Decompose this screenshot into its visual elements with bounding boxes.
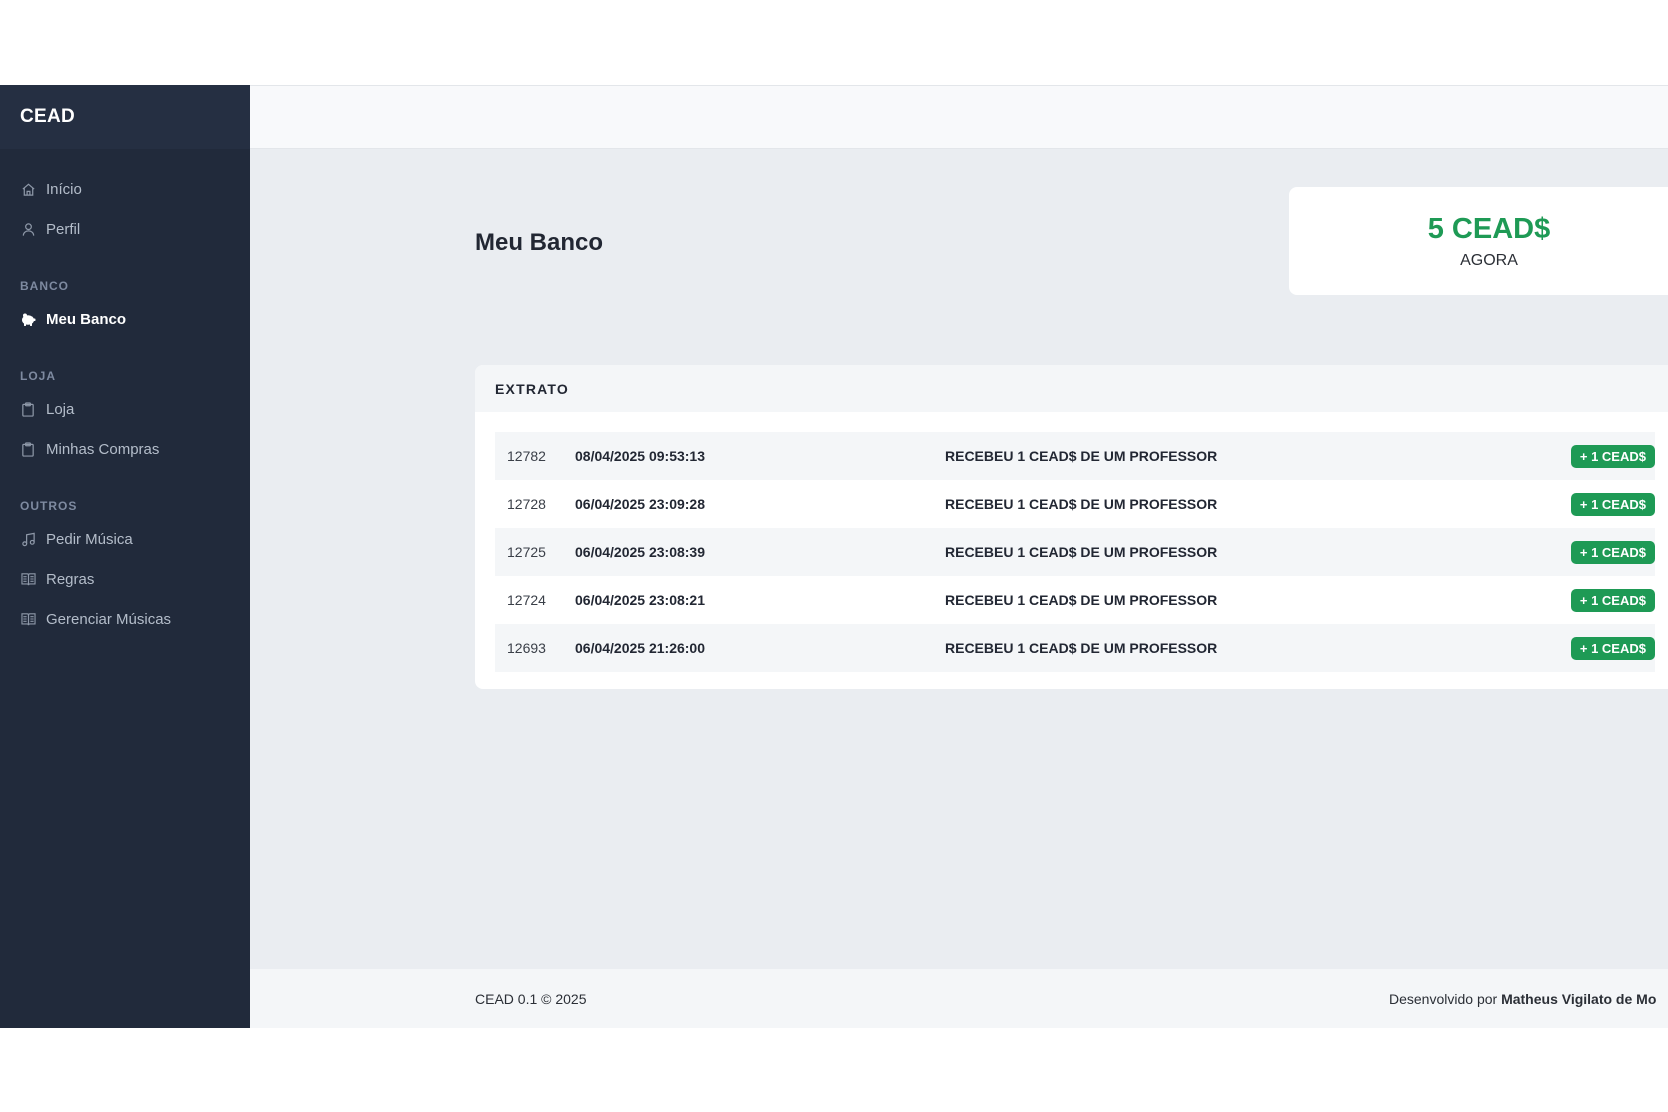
transaction-date: 08/04/2025 09:53:13 <box>575 448 705 464</box>
transaction-id: 12725 <box>507 544 546 560</box>
home-icon <box>20 181 36 197</box>
sidebar-item-perfil[interactable]: Perfil <box>0 209 250 249</box>
table-row: 12693 06/04/2025 21:26:00 RECEBEU 1 CEAD… <box>495 624 1655 672</box>
balance-value: 5 CEAD$ <box>1427 212 1551 245</box>
sidebar-item-label: Início <box>46 180 82 198</box>
sidebar-item-label: Meu Banco <box>46 310 127 328</box>
amount-badge: + 1 CEAD$ <box>1570 588 1655 612</box>
nav-section-loja: LOJA <box>20 369 57 383</box>
table-row: 12782 08/04/2025 09:53:13 RECEBEU 1 CEAD… <box>495 432 1655 480</box>
transaction-date: 06/04/2025 23:08:21 <box>575 592 705 608</box>
clipboard-icon <box>20 401 36 417</box>
sidebar-item-minhas-compras[interactable]: Minhas Compras <box>0 429 250 469</box>
transaction-id: 12693 <box>507 640 546 656</box>
sidebar-item-label: Perfil <box>46 220 81 238</box>
footer: CEAD 0.1 © 2025 Desenvolvido por Matheus… <box>250 969 1668 1028</box>
transaction-description: RECEBEU 1 CEAD$ DE UM PROFESSOR <box>945 640 1218 656</box>
transaction-description: RECEBEU 1 CEAD$ DE UM PROFESSOR <box>945 496 1218 512</box>
app-window: CEAD Início Perfil BANCO Meu Banco LOJA … <box>0 85 1668 1028</box>
main-area: Meu Banco 5 CEAD$ AGORA EXTRATO 12782 08… <box>250 85 1668 1028</box>
book-icon <box>20 571 36 587</box>
table-row: 12728 06/04/2025 23:09:28 RECEBEU 1 CEAD… <box>495 480 1655 528</box>
extrato-title: EXTRATO <box>475 365 1668 412</box>
clipboard-icon <box>20 441 36 457</box>
sidebar-nav: Início Perfil BANCO Meu Banco LOJA Loja … <box>0 149 250 639</box>
transaction-description: RECEBEU 1 CEAD$ DE UM PROFESSOR <box>945 592 1218 608</box>
sidebar-item-regras[interactable]: Regras <box>0 559 250 599</box>
transaction-id: 12724 <box>507 592 546 608</box>
extrato-table: 12782 08/04/2025 09:53:13 RECEBEU 1 CEAD… <box>475 412 1668 672</box>
nav-section-banco: BANCO <box>20 279 69 293</box>
transaction-description: RECEBEU 1 CEAD$ DE UM PROFESSOR <box>945 544 1218 560</box>
sidebar-item-label: Gerenciar Músicas <box>46 610 172 628</box>
transaction-date: 06/04/2025 21:26:00 <box>575 640 705 656</box>
brand-logo[interactable]: CEAD <box>0 85 250 149</box>
amount-badge: + 1 CEAD$ <box>1570 540 1655 564</box>
extrato-card: EXTRATO 12782 08/04/2025 09:53:13 RECEBE… <box>475 365 1668 689</box>
transaction-id: 12728 <box>507 496 546 512</box>
footer-version: CEAD 0.1 © 2025 <box>475 990 587 1007</box>
footer-credits-prefix: Desenvolvido por <box>1389 990 1502 1007</box>
topbar <box>250 85 1668 149</box>
sidebar-item-inicio[interactable]: Início <box>0 169 250 209</box>
music-note-icon <box>20 531 36 547</box>
sidebar-item-label: Pedir Música <box>46 530 133 548</box>
balance-card: 5 CEAD$ AGORA <box>1289 187 1668 295</box>
table-row: 12724 06/04/2025 23:08:21 RECEBEU 1 CEAD… <box>495 576 1655 624</box>
footer-developer-name: Matheus Vigilato de Mo <box>1501 990 1657 1007</box>
transaction-id: 12782 <box>507 448 546 464</box>
sidebar-item-gerenciar-musicas[interactable]: Gerenciar Músicas <box>0 599 250 639</box>
sidebar-item-label: Loja <box>46 400 75 418</box>
transaction-date: 06/04/2025 23:09:28 <box>575 496 705 512</box>
book-icon <box>20 611 36 627</box>
page-title: Meu Banco <box>475 229 604 256</box>
user-icon <box>20 221 36 237</box>
amount-badge: + 1 CEAD$ <box>1570 636 1655 660</box>
amount-badge: + 1 CEAD$ <box>1570 492 1655 516</box>
sidebar-item-label: Regras <box>46 570 95 588</box>
sidebar-item-label: Minhas Compras <box>46 440 160 458</box>
nav-section-outros: OUTROS <box>20 499 78 513</box>
transaction-date: 06/04/2025 23:08:39 <box>575 544 705 560</box>
piggy-bank-icon <box>20 311 36 327</box>
transaction-description: RECEBEU 1 CEAD$ DE UM PROFESSOR <box>945 448 1218 464</box>
sidebar-item-meu-banco[interactable]: Meu Banco <box>0 299 250 339</box>
balance-label: AGORA <box>1460 251 1518 269</box>
amount-badge: + 1 CEAD$ <box>1570 444 1655 468</box>
sidebar-item-loja[interactable]: Loja <box>0 389 250 429</box>
sidebar: CEAD Início Perfil BANCO Meu Banco LOJA … <box>0 85 250 1028</box>
footer-credits: Desenvolvido por Matheus Vigilato de Mo <box>1389 991 1656 1007</box>
table-row: 12725 06/04/2025 23:08:39 RECEBEU 1 CEAD… <box>495 528 1655 576</box>
sidebar-item-pedir-musica[interactable]: Pedir Música <box>0 519 250 559</box>
